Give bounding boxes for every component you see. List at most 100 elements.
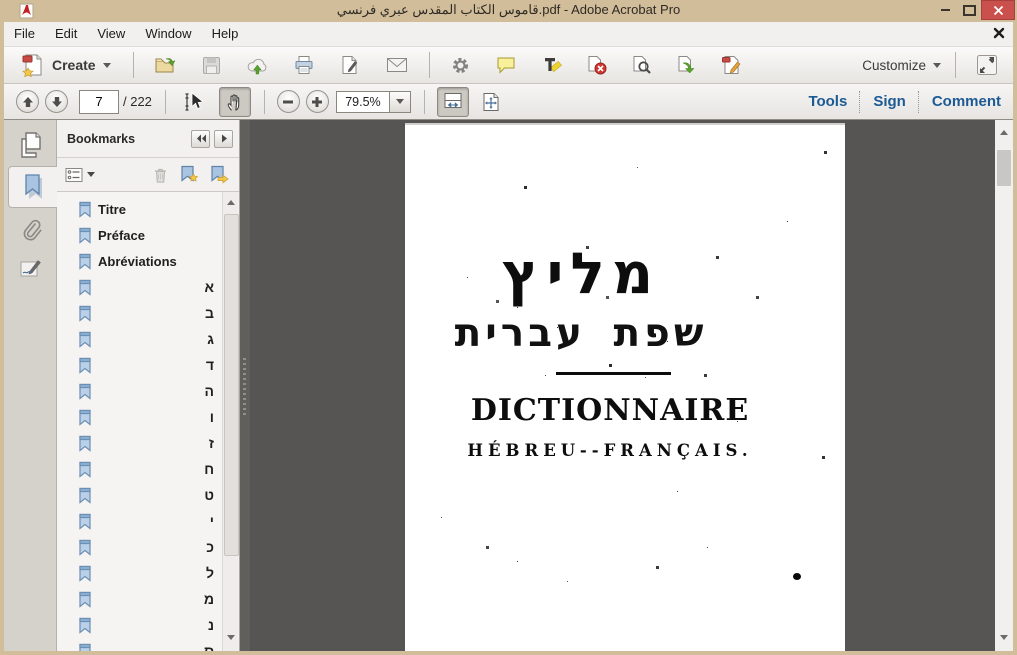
bookmark-item[interactable]: נ (57, 612, 222, 638)
bookmark-label: א (98, 279, 222, 295)
bookmark-item[interactable]: ל (57, 560, 222, 586)
text-highlight-button[interactable] (536, 51, 567, 80)
select-tool-button[interactable] (178, 86, 212, 118)
bookmarks-scrollbar[interactable] (222, 192, 238, 651)
bookmark-item[interactable]: Titre (57, 196, 222, 222)
bookmark-label: Préface (98, 228, 222, 243)
panel-splitter[interactable] (240, 120, 250, 651)
create-button[interactable]: Create (14, 49, 118, 81)
delete-bookmark-button[interactable] (152, 166, 169, 184)
cloud-upload-button[interactable] (241, 51, 274, 80)
arrow-up-icon (227, 200, 235, 205)
bookmark-item[interactable]: ו (57, 404, 222, 430)
bookmarks-tab[interactable] (8, 166, 59, 208)
bookmark-highlight-button[interactable] (209, 165, 229, 184)
previous-page-button[interactable] (16, 90, 39, 113)
comment-button[interactable] (490, 51, 522, 79)
scroll-down-button[interactable] (223, 629, 238, 645)
delete-pages-button[interactable] (581, 50, 612, 80)
zoom-in-button[interactable] (306, 90, 329, 113)
bookmark-item[interactable]: ג (57, 326, 222, 352)
bookmark-item[interactable]: ט (57, 482, 222, 508)
bookmark-label: ס (98, 643, 222, 651)
page-thumbnails-tab[interactable] (12, 128, 50, 162)
sign-document-button[interactable] (334, 50, 366, 80)
bookmark-icon (78, 253, 92, 270)
sign-pane-button[interactable]: Sign (873, 93, 906, 110)
bookmark-item[interactable]: א (57, 274, 222, 300)
zoom-out-button[interactable] (277, 90, 300, 113)
email-button[interactable] (380, 51, 414, 79)
document-scrollbar[interactable] (995, 120, 1013, 651)
close-document-button[interactable] (993, 27, 1005, 39)
bookmark-item[interactable]: ח (57, 456, 222, 482)
bookmark-item[interactable]: מ (57, 586, 222, 612)
sign-document-icon (339, 54, 361, 76)
maximize-button[interactable] (957, 0, 981, 20)
scrollbar-thumb[interactable] (224, 214, 239, 556)
export-document-button[interactable] (671, 50, 702, 80)
bookmark-label: ד (98, 357, 222, 373)
zoom-level-value[interactable]: 79.5% (336, 91, 390, 113)
print-button[interactable] (288, 50, 320, 80)
document-pane[interactable]: מליץ שפת עברית DICTIONNAIRE HÉBREU--FRAN… (250, 120, 995, 651)
fullscreen-icon (976, 54, 998, 76)
attachments-tab[interactable] (12, 214, 50, 248)
bookmark-item[interactable]: Préface (57, 222, 222, 248)
comment-pane-button[interactable]: Comment (932, 93, 1001, 110)
search-document-button[interactable] (626, 50, 657, 80)
bookmark-icon (78, 201, 92, 218)
create-label: Create (52, 57, 96, 73)
new-bookmark-button[interactable] (179, 165, 199, 184)
open-file-button[interactable] (149, 50, 182, 80)
bookmark-item[interactable]: כ (57, 534, 222, 560)
collapse-panel-button[interactable] (191, 130, 210, 148)
bookmark-item[interactable]: ב (57, 300, 222, 326)
bookmark-item[interactable]: Abréviations (57, 248, 222, 274)
fullscreen-button[interactable] (971, 50, 1003, 80)
bookmark-label: ט (98, 487, 222, 503)
scrolling-mode-button[interactable] (437, 87, 469, 117)
bookmark-item[interactable]: ה (57, 378, 222, 404)
customize-button[interactable]: Customize (862, 58, 941, 73)
expand-panel-button[interactable] (214, 130, 233, 148)
bookmark-label: מ (98, 591, 222, 607)
bookmark-label: כ (98, 539, 222, 555)
signature-icon (18, 256, 44, 282)
preferences-button[interactable] (445, 51, 476, 80)
next-page-button[interactable] (45, 90, 68, 113)
bookmark-label: ו (98, 409, 222, 425)
bookmark-item[interactable]: י (57, 508, 222, 534)
pdf-page[interactable]: מליץ שפת עברית DICTIONNAIRE HÉBREU--FRAN… (405, 123, 845, 651)
save-button[interactable] (196, 51, 227, 80)
zoom-dropdown-button[interactable] (390, 91, 411, 113)
edit-document-button[interactable] (716, 50, 748, 80)
menu-view[interactable]: View (87, 22, 135, 46)
bookmark-label: Abréviations (98, 254, 222, 269)
zoom-level-control[interactable]: 79.5% (336, 91, 411, 113)
minimize-button[interactable] (933, 0, 957, 20)
scroll-up-button[interactable] (995, 124, 1013, 140)
close-button[interactable] (981, 0, 1015, 20)
fit-page-icon (480, 91, 502, 113)
tools-pane-button[interactable]: Tools (808, 93, 847, 110)
menu-edit[interactable]: Edit (45, 22, 87, 46)
bookmark-options-button[interactable] (65, 167, 147, 183)
bookmark-item[interactable]: ס (57, 638, 222, 651)
bookmark-icon (78, 539, 92, 556)
navbar-separator (264, 90, 265, 114)
bookmark-item[interactable]: ד (57, 352, 222, 378)
bookmark-item[interactable]: ז (57, 430, 222, 456)
bookmark-label: נ (98, 617, 222, 633)
scroll-down-button[interactable] (995, 629, 1013, 645)
toolbar-separator (429, 52, 430, 78)
page-number-input[interactable] (79, 90, 119, 114)
menu-window[interactable]: Window (135, 22, 201, 46)
scrollbar-thumb[interactable] (997, 150, 1011, 186)
scroll-up-button[interactable] (223, 194, 238, 210)
hand-tool-button[interactable] (219, 87, 251, 117)
menu-help[interactable]: Help (202, 22, 249, 46)
single-page-button[interactable] (475, 87, 507, 117)
signatures-tab[interactable] (12, 252, 50, 286)
menu-file[interactable]: File (4, 22, 45, 46)
